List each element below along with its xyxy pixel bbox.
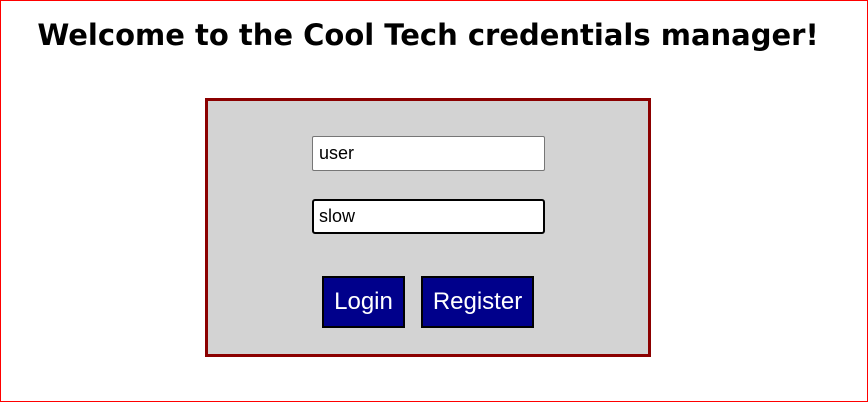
password-input[interactable] — [312, 199, 545, 234]
username-input[interactable] — [312, 136, 545, 171]
page-title: Welcome to the Cool Tech credentials man… — [37, 18, 819, 52]
login-button[interactable]: Login — [322, 276, 405, 328]
login-panel: Login Register — [205, 98, 651, 357]
register-button[interactable]: Register — [421, 276, 534, 328]
